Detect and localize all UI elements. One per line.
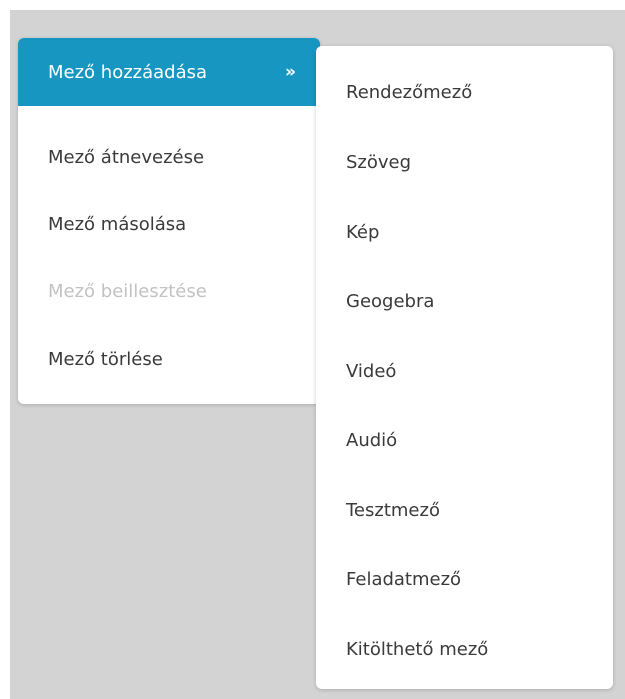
submenu-item-label: Szöveg: [346, 151, 412, 173]
menu-item-copy-field[interactable]: Mező másolása: [18, 190, 320, 258]
menu-item-label: Mező törlése: [48, 348, 163, 370]
submenu-item-text[interactable]: Szöveg: [316, 127, 613, 197]
submenu-item-task-field[interactable]: Feladatmező: [316, 544, 613, 614]
menu-item-label: Mező hozzáadása: [48, 61, 208, 83]
menu-item-label: Mező beillesztése: [48, 280, 207, 302]
submenu-add-field: Rendezőmező Szöveg Kép Geogebra Videó Au…: [316, 46, 613, 689]
submenu-item-label: Feladatmező: [346, 568, 462, 590]
submenu-item-label: Rendezőmező: [346, 81, 473, 103]
submenu-item-test-field[interactable]: Tesztmező: [316, 475, 613, 545]
submenu-item-label: Geogebra: [346, 290, 435, 312]
submenu-item-label: Audió: [346, 429, 398, 451]
submenu-item-geogebra[interactable]: Geogebra: [316, 266, 613, 336]
submenu-item-audio[interactable]: Audió: [316, 405, 613, 475]
menu-item-delete-field[interactable]: Mező törlése: [18, 325, 320, 393]
submenu-item-video[interactable]: Videó: [316, 336, 613, 406]
menu-item-label: Mező átnevezése: [48, 146, 205, 168]
menu-item-add-field[interactable]: Mező hozzáadása »: [18, 38, 320, 106]
submenu-item-label: Tesztmező: [346, 499, 440, 521]
submenu-item-fillable-field[interactable]: Kitölthető mező: [316, 614, 613, 684]
double-chevron-right-icon: »: [285, 62, 296, 82]
context-menu: Mező hozzáadása » Mező átnevezése Mező m…: [18, 38, 320, 404]
submenu-item-image[interactable]: Kép: [316, 197, 613, 267]
menu-item-rename-field[interactable]: Mező átnevezése: [18, 123, 320, 191]
submenu-item-label: Kép: [346, 221, 380, 243]
submenu-item-label: Kitölthető mező: [346, 638, 489, 660]
submenu-item-sort-field[interactable]: Rendezőmező: [316, 57, 613, 127]
submenu-item-label: Videó: [346, 360, 397, 382]
menu-item-paste-field: Mező beillesztése: [18, 257, 320, 325]
menu-item-label: Mező másolása: [48, 213, 187, 235]
